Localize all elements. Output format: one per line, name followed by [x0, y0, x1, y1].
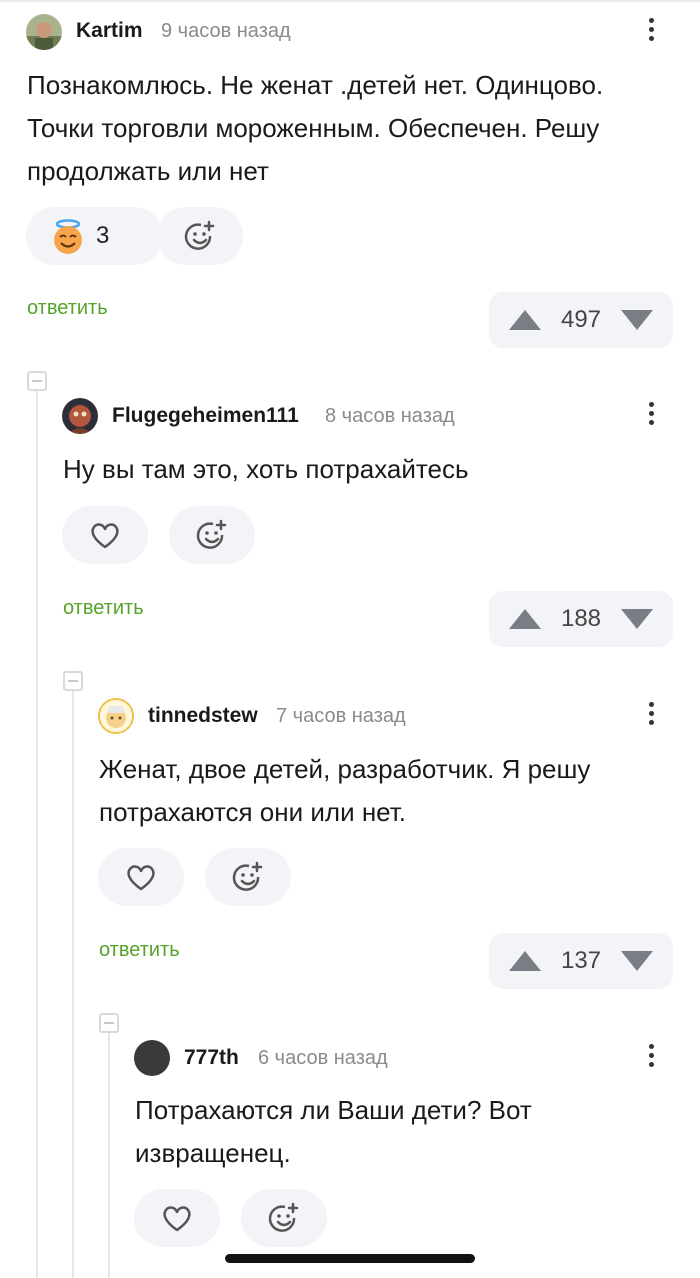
vote-score: 137: [560, 947, 602, 974]
reply-link[interactable]: ответить: [63, 597, 144, 620]
reaction-count: 3: [96, 222, 110, 249]
thread-line: [36, 388, 38, 1278]
upvote-arrow-icon[interactable]: [509, 609, 541, 629]
heart-icon: [91, 523, 119, 549]
reply-link[interactable]: ответить: [99, 939, 180, 962]
add-emoji-icon: [196, 519, 227, 549]
heart-icon: [127, 865, 155, 891]
more-options-icon[interactable]: [646, 15, 656, 49]
add-emoji-icon: [184, 220, 215, 250]
comment-text-line: Познакомлюсь. Не женат .детей нет. Одинц…: [27, 70, 604, 100]
comment-text-line: Женат, двое детей, разработчик. Я решу: [99, 754, 591, 784]
angel-face-emoji-icon: [54, 219, 82, 254]
avatar-kartim[interactable]: [26, 14, 62, 50]
collapse-thread-icon[interactable]: [27, 371, 47, 391]
thread-line: [108, 1030, 110, 1278]
comment-text-line: Потрахаются ли Ваши дети? Вот: [135, 1095, 532, 1125]
like-button[interactable]: [134, 1189, 220, 1247]
comment-text: Потрахаются ли Ваши дети? Вот извращенец…: [135, 1089, 675, 1175]
comment-text-line: Точки торговли мороженным. Обеспечен. Ре…: [27, 113, 600, 143]
reaction-button[interactable]: 3: [26, 207, 163, 265]
collapse-thread-icon[interactable]: [99, 1013, 119, 1033]
username[interactable]: Kartim: [76, 19, 143, 43]
collapse-thread-icon[interactable]: [63, 671, 83, 691]
add-reaction-button[interactable]: [205, 848, 291, 906]
add-emoji-icon: [232, 861, 263, 891]
comment-text: Познакомлюсь. Не женат .детей нет. Одинц…: [27, 64, 677, 193]
comment-text-line: извращенец.: [135, 1138, 291, 1168]
avatar-tinnedstew[interactable]: [98, 698, 134, 734]
downvote-arrow-icon[interactable]: [621, 609, 653, 629]
more-options-icon[interactable]: [646, 1041, 656, 1075]
vote-widget: 137: [489, 933, 673, 989]
username[interactable]: 777th: [184, 1046, 239, 1070]
comment-time: 8 часов назад: [325, 405, 455, 427]
downvote-arrow-icon[interactable]: [621, 951, 653, 971]
more-options-icon[interactable]: [646, 399, 656, 433]
upvote-arrow-icon[interactable]: [509, 310, 541, 330]
username[interactable]: tinnedstew: [148, 704, 258, 728]
add-reaction-button[interactable]: [241, 1189, 327, 1247]
vote-widget: 188: [489, 591, 673, 647]
avatar-777th[interactable]: [134, 1040, 170, 1076]
like-button[interactable]: [62, 506, 148, 564]
downvote-arrow-icon[interactable]: [621, 310, 653, 330]
like-button[interactable]: [98, 848, 184, 906]
comment-text-line: Ну вы там это, хоть потрахайтесь: [63, 454, 469, 484]
comment-text-line: продолжать или нет: [27, 156, 269, 186]
comment-text: Ну вы там это, хоть потрахайтесь: [63, 448, 673, 491]
comment-text: Женат, двое детей, разработчик. Я решу п…: [99, 748, 679, 834]
comment-time: 7 часов назад: [276, 705, 406, 727]
heart-icon: [163, 1206, 191, 1232]
top-divider: [0, 0, 700, 2]
avatar-flugegeheimen111[interactable]: [62, 398, 98, 434]
more-options-icon[interactable]: [646, 699, 656, 733]
vote-score: 497: [560, 306, 602, 333]
reply-link[interactable]: ответить: [27, 297, 108, 320]
add-reaction-button[interactable]: [169, 506, 255, 564]
add-reaction-button[interactable]: [157, 207, 243, 265]
add-emoji-icon: [268, 1202, 299, 1232]
home-indicator[interactable]: [225, 1254, 475, 1263]
comment-text-line: потрахаются они или нет.: [99, 797, 407, 827]
comment-time: 6 часов назад: [258, 1047, 388, 1069]
username[interactable]: Flugegeheimen111: [112, 404, 299, 428]
comment-time: 9 часов назад: [161, 20, 291, 42]
vote-score: 188: [560, 605, 602, 632]
vote-widget: 497: [489, 292, 673, 348]
thread-line: [72, 688, 74, 1278]
upvote-arrow-icon[interactable]: [509, 951, 541, 971]
